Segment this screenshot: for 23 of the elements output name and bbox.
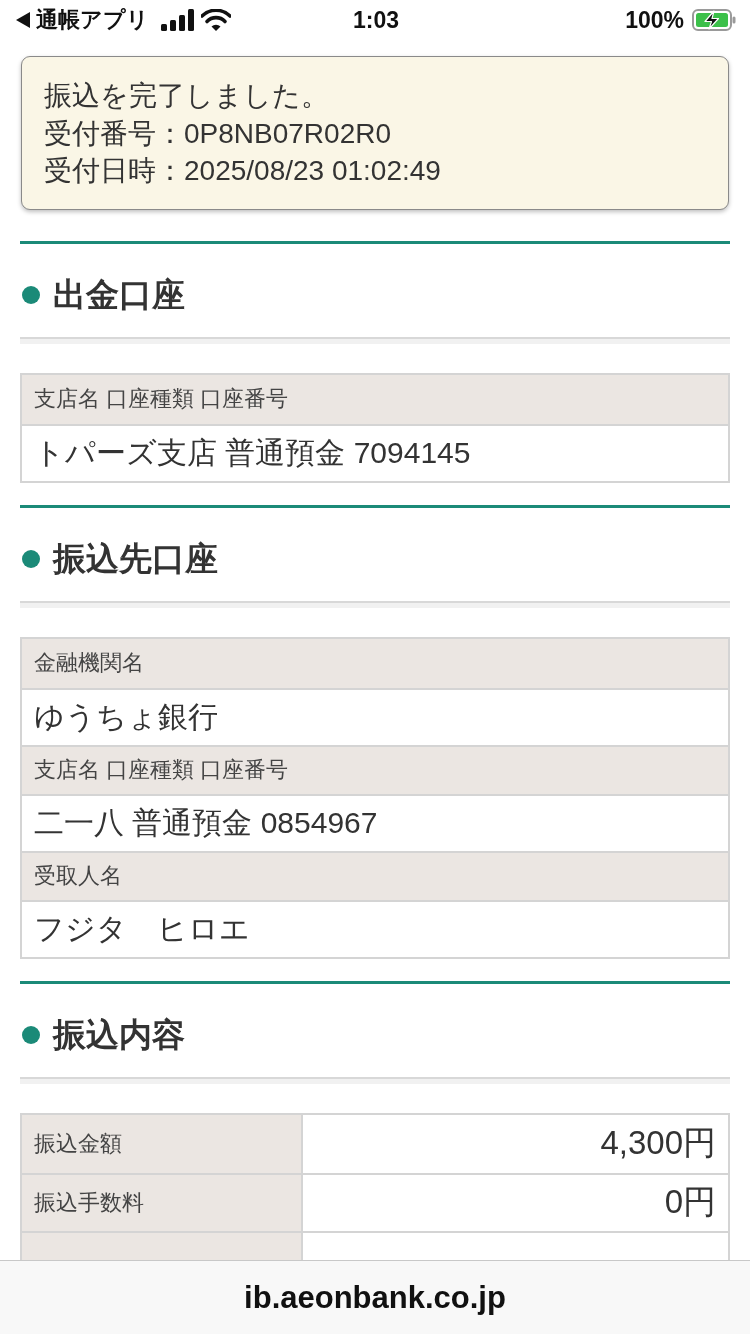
section-heading: 振込先口座: [53, 538, 218, 579]
back-label[interactable]: 通帳アプリ: [36, 5, 149, 35]
notice-text: 受付日時：2025/08/23 01:02:49: [44, 154, 441, 188]
table-header-cell: 振込手数料: [22, 1174, 303, 1231]
bullet-dot-icon: [22, 1026, 40, 1044]
notice-text: 受付番号：0P8NB07R02R0: [44, 116, 392, 151]
battery-icon: [692, 9, 736, 31]
url-label[interactable]: ib.aeonbank.co.jp: [244, 1279, 506, 1316]
battery-percent: 100%: [625, 6, 684, 34]
wifi-icon: [201, 9, 231, 31]
table-header-cell: 支店名 口座種類 口座番号: [22, 744, 728, 794]
bullet-dot-icon: [22, 550, 40, 568]
bullet-dot-icon: [22, 286, 40, 304]
table-header-cell: 受取人名: [22, 850, 728, 900]
section-heading: 振込内容: [53, 1014, 185, 1055]
back-icon[interactable]: [16, 12, 30, 28]
table-header-cell: 振込金額: [22, 1114, 303, 1173]
signal-icon: [161, 9, 195, 31]
status-time: 1:03: [352, 6, 399, 34]
section-heading: 出金口座: [53, 274, 185, 315]
table-header-cell: 金融機関名: [22, 638, 728, 688]
notice-text: 振込を完了しました。: [44, 79, 329, 113]
table-header-cell: 支店名 口座種類 口座番号: [22, 374, 728, 424]
